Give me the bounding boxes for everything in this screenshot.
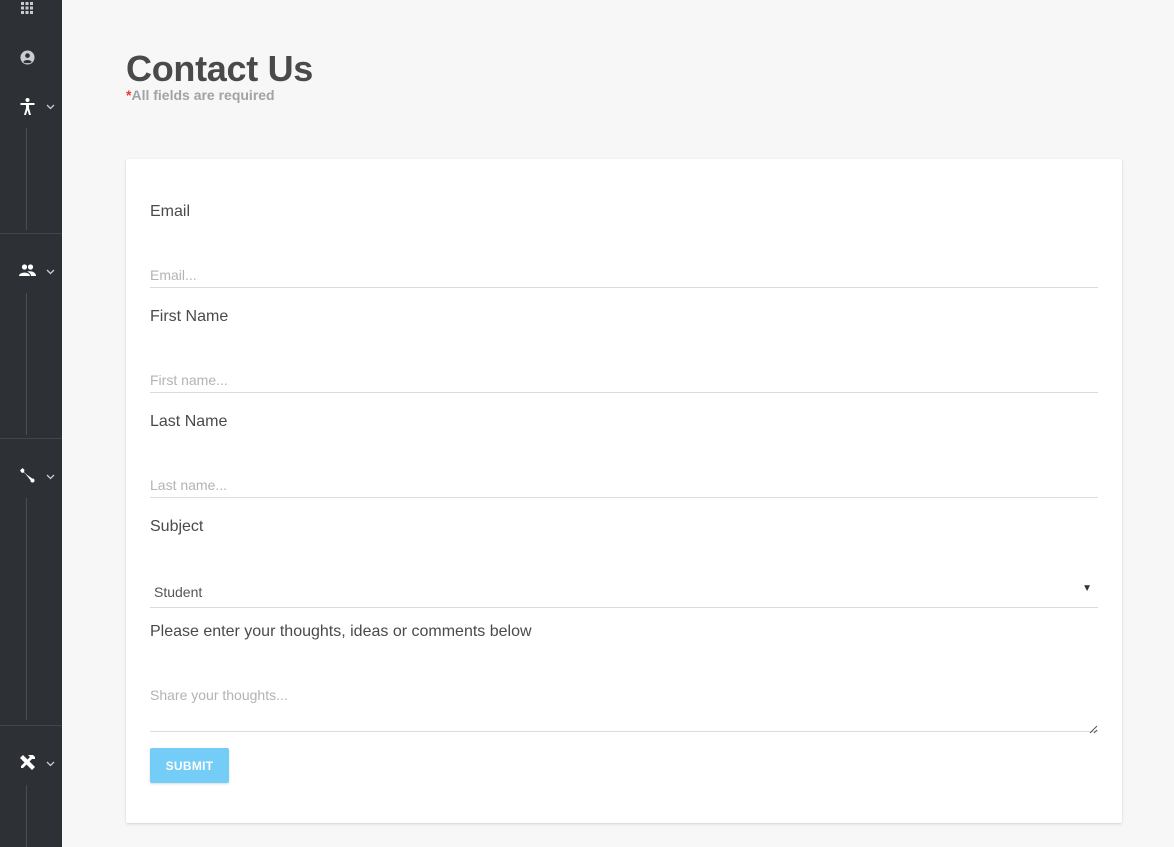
required-text: All fields are required <box>131 87 275 103</box>
page-title: Contact Us <box>126 48 314 89</box>
comments-label: Please enter your thoughts, ideas or com… <box>150 623 532 640</box>
resize-handle-icon[interactable] <box>1089 721 1098 734</box>
first-name-label: First Name <box>150 308 229 325</box>
sidebar-divider <box>0 438 62 439</box>
email-label: Email <box>150 203 191 220</box>
sidebar-submenu-line <box>26 293 27 435</box>
comments-placeholder: Share your thoughts... <box>150 687 288 703</box>
first-name-field[interactable] <box>150 367 1098 393</box>
sidebar-divider <box>0 233 62 234</box>
chevron-down-icon[interactable] <box>44 101 56 113</box>
wrench-icon[interactable] <box>17 465 37 485</box>
last-name-field[interactable] <box>150 472 1098 498</box>
dropdown-arrow-icon: ▼ <box>1082 583 1092 594</box>
sidebar <box>0 0 62 847</box>
sidebar-divider <box>0 725 62 726</box>
people-icon[interactable] <box>17 260 37 280</box>
comments-textarea[interactable]: Share your thoughts... <box>150 679 1098 734</box>
email-field[interactable] <box>150 262 1098 288</box>
chevron-down-icon[interactable] <box>44 758 56 770</box>
sidebar-submenu-line <box>26 498 27 720</box>
last-name-label: Last Name <box>150 413 228 430</box>
apps-grid-icon[interactable] <box>17 0 37 16</box>
accessibility-icon[interactable] <box>17 96 37 116</box>
subject-select[interactable]: Student ▼ <box>150 577 1098 608</box>
submit-button[interactable]: SUBMIT <box>150 748 229 783</box>
subject-selected-value: Student <box>154 584 203 600</box>
tools-icon[interactable] <box>17 752 37 772</box>
sidebar-submenu-line <box>26 785 27 847</box>
contact-form-card: Email First Name Last Name Subject Stude… <box>126 159 1122 823</box>
sidebar-submenu-line <box>26 128 27 230</box>
chevron-down-icon[interactable] <box>44 471 56 483</box>
subject-label: Subject <box>150 518 204 535</box>
account-circle-icon[interactable] <box>17 47 37 67</box>
chevron-down-icon[interactable] <box>44 266 56 278</box>
required-note: *All fields are required <box>126 87 275 103</box>
